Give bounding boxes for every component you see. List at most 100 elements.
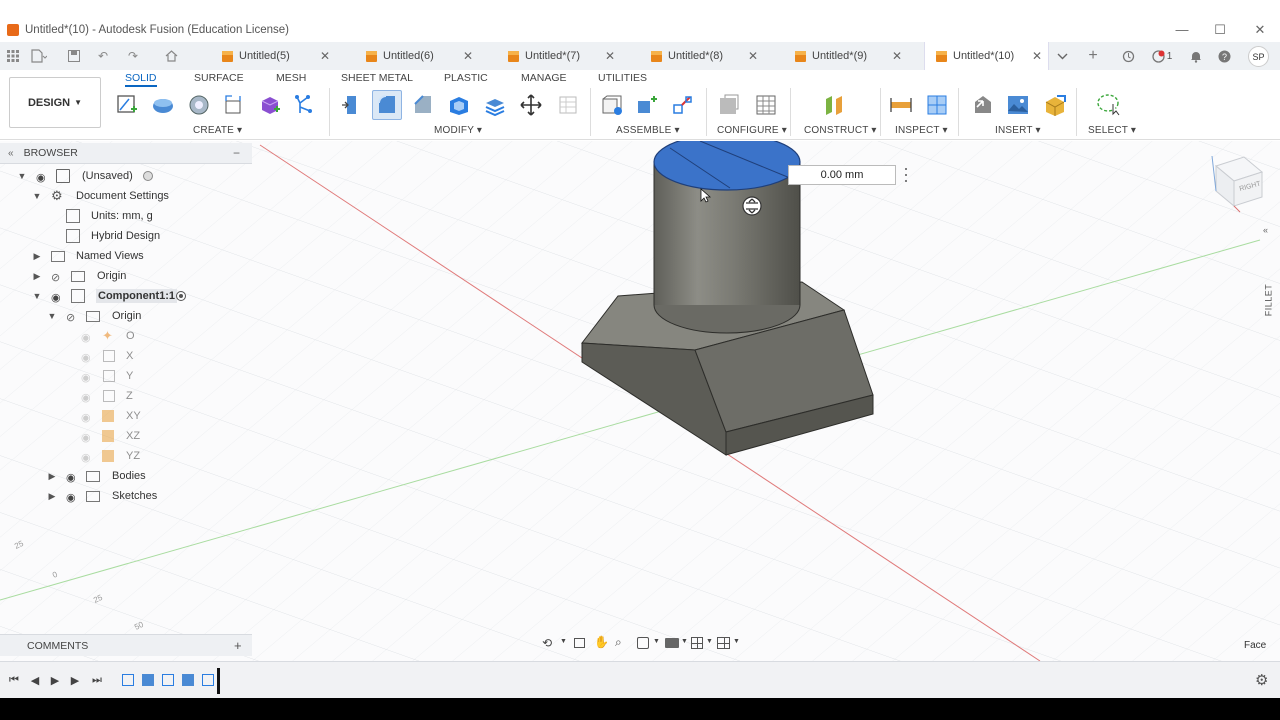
minimize-browser-icon[interactable]: − [233, 146, 240, 160]
fillet-panel-collapsed[interactable]: « FILLET [1258, 225, 1278, 345]
combine-tool-icon[interactable] [480, 90, 510, 120]
cylinder-body[interactable] [653, 141, 801, 334]
timeline-marker[interactable] [217, 668, 220, 694]
ribbon-tab-manage[interactable]: MANAGE [521, 72, 567, 84]
play-icon[interactable]: ▶ [48, 673, 62, 687]
collapse-browser-icon[interactable]: « [8, 148, 14, 159]
comments-panel-header[interactable]: COMMENTS + [0, 634, 252, 656]
undo-icon[interactable]: ↶ [94, 47, 112, 65]
fillet-manipulator-handle[interactable] [742, 196, 762, 216]
caret-right-icon[interactable]: ▶ [47, 491, 57, 502]
inspect-group-label[interactable]: INSPECT ▾ [895, 125, 948, 136]
active-radio-icon[interactable] [143, 171, 153, 181]
close-window-button[interactable]: ✕ [1241, 17, 1279, 42]
construct-group-label[interactable]: CONSTRUCT ▾ [804, 125, 877, 136]
caret-right-icon[interactable]: ▶ [32, 251, 42, 262]
document-tab[interactable]: Untitled(5) ✕ [222, 42, 330, 70]
caret-right-icon[interactable]: ▶ [47, 471, 57, 482]
visibility-eye-icon[interactable]: ◉ [36, 171, 50, 184]
timeline-extrude-icon[interactable] [142, 674, 154, 686]
timeline-extrude-icon[interactable] [182, 674, 194, 686]
ribbon-tab-utilities[interactable]: UTILITIES [598, 72, 647, 84]
modify-group-label[interactable]: MODIFY ▾ [434, 125, 482, 136]
ribbon-tab-surface[interactable]: SURFACE [194, 72, 244, 84]
chevron-down-icon[interactable]: ▼ [733, 638, 740, 645]
visibility-eye-icon[interactable]: ◉ [81, 451, 95, 464]
fillet-radius-input[interactable] [788, 165, 896, 185]
3d-viewport[interactable]: 25 0 25 50 RIGHT [0, 141, 1280, 661]
document-tab[interactable]: Untitled*(9) ✕ [795, 42, 902, 70]
file-menu-icon[interactable] [30, 47, 48, 65]
dimension-options-icon[interactable] [902, 168, 910, 182]
hidden-eye-icon[interactable]: ⊘ [66, 311, 80, 324]
create-sketch-tool-icon[interactable] [112, 90, 142, 120]
activate-radio-icon[interactable] [176, 291, 186, 301]
visibility-eye-icon[interactable]: ◉ [81, 371, 95, 384]
ribbon-tab-solid[interactable]: SOLID [125, 72, 157, 87]
press-pull-tool-icon[interactable] [336, 90, 366, 120]
joint-tool-icon[interactable] [632, 90, 662, 120]
user-avatar[interactable]: SP [1248, 46, 1269, 67]
ribbon-tab-mesh[interactable]: MESH [276, 72, 306, 84]
close-tab-icon[interactable]: ✕ [892, 49, 902, 63]
document-tab[interactable]: Untitled*(8) ✕ [651, 42, 758, 70]
close-tab-icon[interactable]: ✕ [748, 49, 758, 63]
visibility-eye-icon[interactable]: ◉ [81, 431, 95, 444]
maximize-button[interactable]: ☐ [1201, 17, 1239, 42]
create-group-label[interactable]: CREATE ▾ [193, 125, 242, 136]
configure-table-tool-icon[interactable] [751, 90, 781, 120]
chevron-down-icon[interactable]: ▼ [706, 638, 713, 645]
help-icon[interactable]: ? [1215, 47, 1233, 65]
extensions-icon[interactable] [1119, 47, 1137, 65]
document-tab[interactable]: Untitled*(7) ✕ [508, 42, 615, 70]
align-tool-icon[interactable] [552, 90, 582, 120]
insert-group-label[interactable]: INSERT ▾ [995, 125, 1041, 136]
timeline-sketch-icon[interactable] [122, 674, 134, 686]
chamfer-tool-icon[interactable] [408, 90, 438, 120]
derive-tool-icon[interactable] [184, 90, 214, 120]
extrude-sketch-tool-icon[interactable] [219, 90, 249, 120]
select-group-label[interactable]: SELECT ▾ [1088, 125, 1136, 136]
fit-icon[interactable] [637, 637, 649, 649]
go-to-start-icon[interactable]: ⏮ [7, 673, 21, 687]
visibility-eye-icon[interactable]: ◉ [66, 491, 80, 504]
save-icon[interactable] [65, 47, 83, 65]
visibility-eye-icon[interactable]: ◉ [81, 351, 95, 364]
ribbon-tab-sheet-metal[interactable]: SHEET METAL [341, 72, 413, 84]
visibility-eye-icon[interactable]: ◉ [51, 291, 65, 304]
timeline-sketch-icon[interactable] [202, 674, 214, 686]
home-icon[interactable] [162, 47, 180, 65]
close-tab-icon[interactable]: ✕ [605, 49, 615, 63]
document-tab-active[interactable]: Untitled*(10) ✕ [924, 42, 1049, 70]
configure-group-label[interactable]: CONFIGURE ▾ [717, 125, 787, 136]
shell-tool-icon[interactable] [444, 90, 474, 120]
new-tab-plus-icon[interactable]: + [1084, 47, 1102, 65]
section-analysis-tool-icon[interactable] [922, 90, 952, 120]
caret-down-icon[interactable]: ▼ [17, 171, 27, 181]
caret-down-icon[interactable]: ▼ [32, 191, 42, 201]
branch-tool-icon[interactable] [291, 90, 321, 120]
visibility-eye-icon[interactable]: ◉ [81, 331, 95, 344]
notifications-bell-icon[interactable] [1187, 47, 1205, 65]
chevron-down-icon[interactable]: ▼ [681, 638, 688, 645]
chevron-left-icon[interactable]: « [1263, 225, 1268, 235]
timeline-sketch-icon[interactable] [162, 674, 174, 686]
new-component-tool-icon[interactable] [597, 90, 627, 120]
measure-tool-icon[interactable] [886, 90, 916, 120]
add-comment-plus-icon[interactable]: + [234, 638, 242, 653]
apps-grid-icon[interactable] [4, 47, 22, 65]
select-tool-icon[interactable] [1093, 90, 1123, 120]
zoom-icon[interactable]: ⌕ [615, 635, 622, 650]
display-settings-icon[interactable] [665, 638, 679, 648]
as-built-joint-tool-icon[interactable] [668, 90, 698, 120]
hidden-eye-icon[interactable]: ⊘ [51, 271, 65, 284]
offset-plane-tool-icon[interactable] [820, 90, 850, 120]
step-forward-icon[interactable]: ▶ [68, 673, 82, 687]
job-status-icon[interactable]: 1 [1149, 47, 1175, 65]
assemble-group-label[interactable]: ASSEMBLE ▾ [616, 125, 680, 136]
close-tab-icon[interactable]: ✕ [1032, 49, 1042, 63]
parameters-tool-icon[interactable] [714, 90, 744, 120]
grid-settings-icon[interactable] [691, 637, 703, 649]
fillet-tool-icon[interactable] [372, 90, 402, 120]
workspace-switcher-button[interactable]: DESIGN ▼ [9, 77, 101, 128]
